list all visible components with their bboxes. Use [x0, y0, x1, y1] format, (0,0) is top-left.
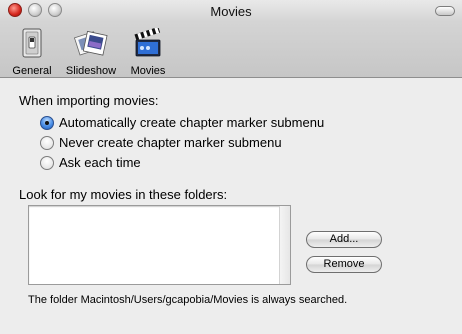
clapperboard-icon — [134, 26, 161, 57]
radio-button[interactable] — [40, 135, 54, 150]
preferences-content: When importing movies: Automatically cre… — [0, 78, 462, 334]
preferences-window: Movies General Slideshow Movies When imp… — [0, 0, 462, 334]
slideshow-icon — [73, 30, 108, 56]
toolbar: General Slideshow Movies — [0, 22, 462, 78]
radio-auto-create-chapter-label: Automatically create chapter marker subm… — [59, 115, 325, 131]
title-bar[interactable]: Movies — [0, 0, 462, 22]
radio-never-create-chapter-label: Never create chapter marker submenu — [59, 135, 282, 151]
toolbar-movies-label: Movies — [130, 65, 166, 77]
toolbar-slideshow[interactable]: Slideshow — [62, 28, 120, 78]
radio-auto-create-chapter[interactable]: Automatically create chapter marker subm… — [40, 114, 324, 130]
toolbar-slideshow-label: Slideshow — [65, 65, 117, 77]
toolbar-toggle-button[interactable] — [435, 6, 455, 16]
toolbar-movies[interactable]: Movies — [126, 26, 170, 78]
light-switch-icon — [22, 28, 42, 58]
remove-folder-button[interactable]: Remove — [306, 256, 382, 273]
toolbar-general-label: General — [12, 65, 52, 77]
movie-folders-list[interactable] — [28, 205, 291, 285]
folders-section-label: Look for my movies in these folders: — [19, 187, 228, 202]
radio-never-create-chapter[interactable]: Never create chapter marker submenu — [40, 134, 282, 150]
radio-button[interactable] — [40, 155, 54, 170]
importing-section-label: When importing movies: — [19, 93, 159, 108]
radio-ask-each-time[interactable]: Ask each time — [40, 154, 141, 170]
add-folder-button[interactable]: Add... — [306, 231, 382, 248]
radio-ask-each-time-label: Ask each time — [59, 155, 141, 171]
toolbar-general[interactable]: General — [8, 28, 56, 78]
window-title: Movies — [210, 4, 252, 19]
list-scrollbar[interactable] — [279, 206, 290, 284]
always-searched-note: The folder Macintosh/Users/gcapobia/Movi… — [28, 294, 348, 306]
radio-button-selected[interactable] — [40, 115, 54, 130]
